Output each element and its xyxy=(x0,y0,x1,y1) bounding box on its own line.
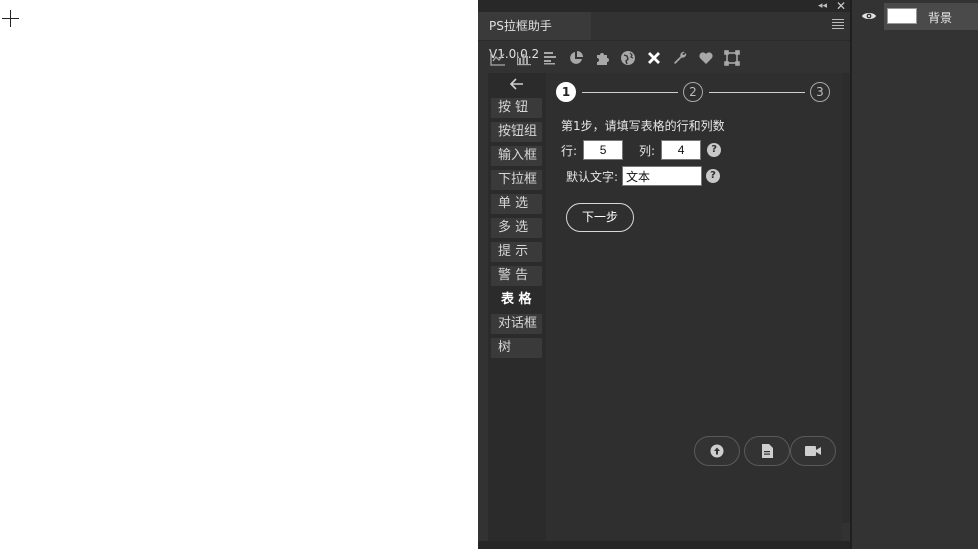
back-button[interactable] xyxy=(488,73,546,95)
plugin-panel: ◂◂ ✕ PS拉框助手V1.0.0.2 按 钮 按钮组 输入框 下拉框 单 选 … xyxy=(478,0,850,549)
step-connector xyxy=(709,92,805,93)
panel-scrollbar[interactable] xyxy=(842,73,850,523)
step-indicator: 1 2 3 xyxy=(556,82,832,104)
sidebar-item-table[interactable]: 表 格 xyxy=(491,290,542,310)
eye-icon[interactable] xyxy=(862,11,876,21)
step-2: 2 xyxy=(683,82,703,102)
crosshair-cursor-icon xyxy=(2,10,19,27)
layer-row[interactable]: 背景 xyxy=(884,3,978,30)
component-sidebar: 按 钮 按钮组 输入框 下拉框 单 选 多 选 提 示 警 告 表 格 对话框 … xyxy=(488,73,546,543)
help-icon[interactable]: ? xyxy=(707,143,722,157)
document-icon xyxy=(762,444,773,458)
panel-menu-icon[interactable] xyxy=(832,19,844,31)
rows-input[interactable] xyxy=(583,140,624,160)
document-canvas[interactable] xyxy=(0,0,478,549)
upload-button[interactable] xyxy=(694,436,740,466)
frame-icon[interactable] xyxy=(720,48,744,68)
collapse-panel-icon[interactable]: ◂◂ xyxy=(818,1,827,11)
default-text-input[interactable] xyxy=(622,166,703,186)
bar-chart-icon[interactable] xyxy=(512,48,536,68)
arrow-left-icon xyxy=(510,78,523,90)
close-panel-icon[interactable]: ✕ xyxy=(836,0,846,13)
step-1: 1 xyxy=(556,82,576,102)
video-camera-icon xyxy=(805,446,821,456)
layer-thumbnail xyxy=(887,8,917,24)
sidebar-item-alert[interactable]: 警 告 xyxy=(491,266,542,286)
layer-name: 背景 xyxy=(928,11,953,25)
puzzle-icon[interactable] xyxy=(590,48,614,68)
heart-icon[interactable] xyxy=(694,48,718,68)
globe-icon[interactable] xyxy=(616,48,640,68)
document-button[interactable] xyxy=(744,436,790,466)
sidebar-item-button[interactable]: 按 钮 xyxy=(491,98,542,118)
upload-icon xyxy=(710,444,724,458)
sidebar-item-checkbox[interactable]: 多 选 xyxy=(491,218,542,238)
wrench-icon[interactable] xyxy=(668,48,692,68)
line-chart-icon[interactable] xyxy=(486,48,510,68)
sidebar-item-dropdown[interactable]: 下拉框 xyxy=(491,170,542,190)
pie-chart-icon[interactable] xyxy=(564,48,588,68)
sidebar-item-radio[interactable]: 单 选 xyxy=(491,194,542,214)
step-3: 3 xyxy=(810,82,830,102)
sidebar-item-dialog[interactable]: 对话框 xyxy=(491,314,542,334)
sidebar-item-button-group[interactable]: 按钮组 xyxy=(491,122,542,142)
cols-input[interactable] xyxy=(661,140,702,160)
tab-plugin[interactable]: PS拉框助手V1.0.0.2 xyxy=(478,12,591,61)
sidebar-item-tooltip[interactable]: 提 示 xyxy=(491,242,542,262)
wizard-content: 1 2 3 第1步，请填写表格的行和列数 行: 列: ? 默认文字: ? 下一步 xyxy=(546,73,842,543)
default-text-label: 默认文字: xyxy=(566,169,619,184)
rows-label: 行: xyxy=(561,143,578,158)
tab-divider xyxy=(478,40,850,41)
next-step-button[interactable]: 下一步 xyxy=(566,203,634,232)
default-text-field: 默认文字: ? xyxy=(566,166,721,186)
cols-label: 列: xyxy=(639,143,656,158)
panel-top-bar: ◂◂ ✕ xyxy=(478,0,850,13)
panel-bottom-strip xyxy=(478,541,850,549)
row-col-fields: 行: 列: ? xyxy=(561,140,722,160)
step-instruction: 第1步，请填写表格的行和列数 xyxy=(561,119,725,133)
sidebar-item-input[interactable]: 输入框 xyxy=(491,146,542,166)
plugin-toolbar xyxy=(486,48,744,68)
tools-cross-icon[interactable] xyxy=(642,48,666,68)
help-icon[interactable]: ? xyxy=(706,169,721,183)
step-connector xyxy=(582,92,678,93)
align-left-icon[interactable] xyxy=(538,48,562,68)
video-button[interactable] xyxy=(790,436,836,466)
sidebar-item-tree[interactable]: 树 xyxy=(491,338,542,358)
layers-panel: 背景 xyxy=(850,0,978,549)
